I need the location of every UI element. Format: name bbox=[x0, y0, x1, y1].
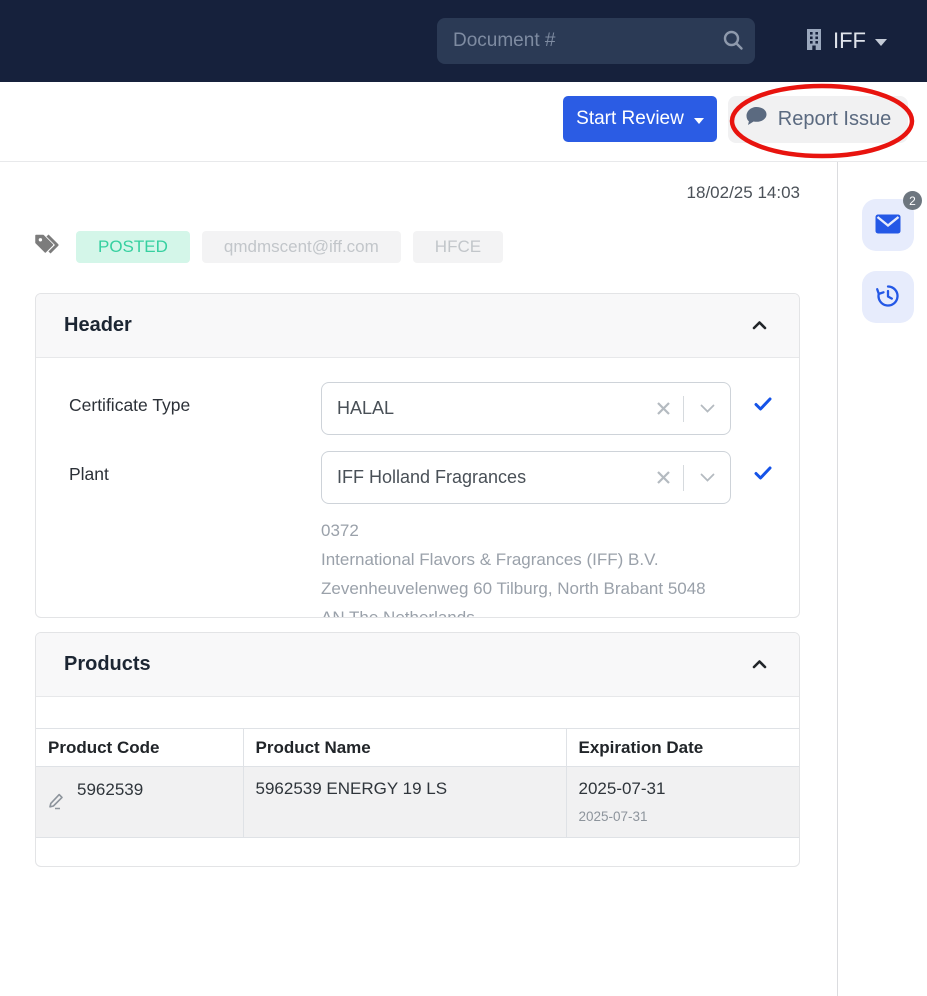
org-label: IFF bbox=[833, 28, 866, 54]
report-issue-button[interactable]: Report Issue bbox=[728, 96, 908, 143]
pencil-icon bbox=[48, 792, 65, 813]
sidebar-divider bbox=[837, 162, 838, 996]
start-review-button[interactable]: Start Review bbox=[563, 96, 717, 142]
clear-icon[interactable] bbox=[643, 452, 683, 503]
plant-code-badge: HFCE bbox=[413, 231, 503, 263]
plant-select[interactable]: IFF Holland Fragrances bbox=[321, 451, 731, 504]
header-card-body: Certificate Type HALAL bbox=[36, 358, 799, 618]
building-icon bbox=[804, 27, 824, 56]
products-card-header: Products bbox=[36, 633, 799, 697]
chevron-up-icon bbox=[752, 657, 767, 672]
chevron-down-icon bbox=[694, 118, 704, 124]
product-code-value: 5962539 bbox=[77, 779, 143, 800]
collapse-header-button[interactable] bbox=[748, 314, 771, 337]
search-button[interactable] bbox=[711, 18, 755, 64]
envelope-icon bbox=[875, 214, 901, 237]
check-icon bbox=[754, 466, 772, 483]
products-table: Product Code Product Name Expiration Dat… bbox=[36, 728, 799, 838]
column-product-code: Product Code bbox=[36, 729, 243, 767]
search-input[interactable] bbox=[437, 30, 711, 52]
status-badge: POSTED bbox=[76, 231, 190, 263]
document-timestamp: 18/02/25 14:03 bbox=[687, 183, 800, 203]
certificate-type-select[interactable]: HALAL bbox=[321, 382, 731, 435]
plant-detail-line: Zevenheuvelenweg 60 Tilburg, North Braba… bbox=[321, 574, 799, 603]
table-header-row: Product Code Product Name Expiration Dat… bbox=[36, 729, 799, 767]
clear-icon[interactable] bbox=[643, 383, 683, 434]
expiration-date-cell: 2025-07-31 2025-07-31 bbox=[566, 767, 799, 838]
document-search bbox=[437, 18, 755, 64]
column-product-name: Product Name bbox=[243, 729, 566, 767]
history-button[interactable] bbox=[862, 271, 914, 323]
expiration-date-value: 2025-07-31 bbox=[579, 779, 788, 799]
header-card: Header Certificate Type HALAL bbox=[35, 293, 800, 618]
products-card-title: Products bbox=[64, 653, 151, 676]
owner-badge: qmdmscent@iff.com bbox=[202, 231, 401, 263]
chevron-down-icon bbox=[875, 39, 887, 46]
report-issue-label: Report Issue bbox=[778, 108, 891, 131]
search-icon bbox=[722, 29, 744, 54]
confirm-plant-button[interactable] bbox=[754, 466, 772, 483]
chevron-down-icon[interactable] bbox=[684, 383, 730, 434]
org-menu[interactable]: IFF bbox=[804, 0, 887, 82]
products-card: Products Product Code Product Name Expir… bbox=[35, 632, 800, 867]
edit-product-button[interactable] bbox=[48, 792, 65, 813]
collapse-products-button[interactable] bbox=[748, 653, 771, 676]
certificate-type-field: Certificate Type HALAL bbox=[69, 382, 799, 435]
speech-bubble-icon bbox=[745, 106, 768, 133]
start-review-label: Start Review bbox=[576, 108, 684, 130]
chevron-up-icon bbox=[752, 318, 767, 333]
action-toolbar: Start Review Report Issue bbox=[0, 82, 927, 162]
history-clock-icon bbox=[875, 283, 901, 312]
plant-label: Plant bbox=[69, 451, 321, 485]
header-card-header: Header bbox=[36, 294, 799, 358]
check-icon bbox=[754, 397, 772, 414]
expiration-date-secondary: 2025-07-31 bbox=[579, 809, 788, 824]
chevron-down-icon[interactable] bbox=[684, 452, 730, 503]
table-row: 5962539 5962539 ENERGY 19 LS 2025-07-31 … bbox=[36, 767, 799, 838]
tags-row: POSTED qmdmscent@iff.com HFCE bbox=[33, 230, 503, 263]
messages-button[interactable]: 2 bbox=[862, 199, 914, 251]
certificate-type-value: HALAL bbox=[322, 398, 643, 419]
plant-details: 0372 International Flavors & Fragrances … bbox=[321, 516, 799, 618]
header-card-title: Header bbox=[64, 314, 132, 337]
certificate-type-label: Certificate Type bbox=[69, 382, 321, 416]
plant-detail-line: AN The Netherlands bbox=[321, 603, 799, 618]
top-navbar: IFF bbox=[0, 0, 927, 82]
plant-field: Plant IFF Holland Fragrances bbox=[69, 451, 799, 504]
tags-icon bbox=[33, 230, 64, 263]
product-code-cell: 5962539 bbox=[36, 767, 243, 838]
messages-count-badge: 2 bbox=[903, 191, 922, 210]
plant-value: IFF Holland Fragrances bbox=[322, 467, 643, 488]
main-content: 18/02/25 14:03 POSTED qmdmscent@iff.com … bbox=[0, 162, 927, 996]
column-expiration-date: Expiration Date bbox=[566, 729, 799, 767]
product-name-cell: 5962539 ENERGY 19 LS bbox=[243, 767, 566, 838]
confirm-certificate-type-button[interactable] bbox=[754, 397, 772, 414]
plant-detail-line: 0372 bbox=[321, 516, 799, 545]
plant-detail-line: International Flavors & Fragrances (IFF)… bbox=[321, 545, 799, 574]
